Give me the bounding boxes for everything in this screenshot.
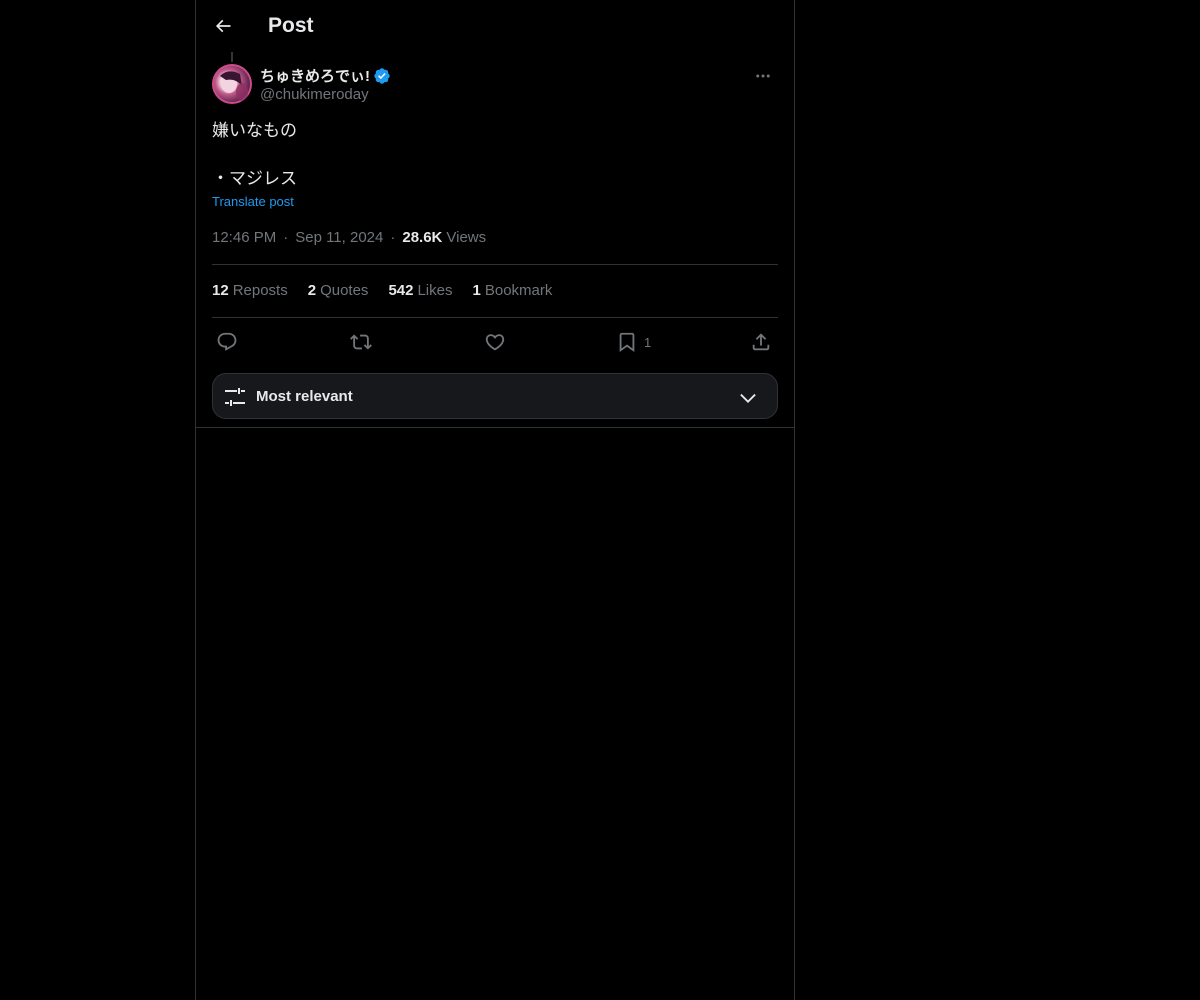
chevron-down-icon xyxy=(740,393,756,403)
post-meta: 12:46 PM · Sep 11, 2024 · 28.6K Views xyxy=(212,229,486,246)
stat-quotes[interactable]: 2 Quotes xyxy=(308,282,369,299)
share-button[interactable] xyxy=(750,328,772,356)
bookmark-count: 1 xyxy=(644,334,652,350)
views-count: 28.6K xyxy=(402,229,443,246)
views-label: Views xyxy=(446,229,487,246)
bookmark-icon xyxy=(619,332,635,353)
engagement-stats: 12 Reposts 2 Quotes 542 Likes 1 Bookmark xyxy=(212,282,552,299)
bookmark-button[interactable]: 1 xyxy=(616,328,651,356)
action-bar: 1 xyxy=(212,328,778,356)
divider xyxy=(212,264,778,265)
arrow-left-icon xyxy=(215,19,231,33)
filter-sliders-icon xyxy=(225,388,245,406)
more-horizontal-icon xyxy=(756,74,770,78)
repost-icon xyxy=(350,334,372,350)
post-time[interactable]: 12:46 PM xyxy=(212,229,276,246)
post-text: 嫌いなもの ・マジレス xyxy=(212,121,297,188)
back-button[interactable] xyxy=(206,9,240,43)
repost-button[interactable] xyxy=(350,328,372,356)
like-button[interactable] xyxy=(484,328,506,356)
author-handle[interactable]: @chukimeroday xyxy=(260,86,369,103)
verified-badge-icon[interactable] xyxy=(373,67,391,85)
reply-button[interactable] xyxy=(216,328,238,356)
avatar-image xyxy=(212,64,252,104)
translate-post-link[interactable]: Translate post xyxy=(212,194,294,209)
stat-likes[interactable]: 542 Likes xyxy=(388,282,452,299)
header: Post xyxy=(196,0,794,53)
divider xyxy=(212,317,778,318)
avatar[interactable] xyxy=(212,64,252,104)
share-icon xyxy=(752,333,770,351)
author-name[interactable]: ちゅきめろでぃ! xyxy=(260,65,391,86)
author-row: ちゅきめろでぃ! @chukimeroday xyxy=(212,64,778,108)
author-name-text: ちゅきめろでぃ! xyxy=(260,68,370,85)
separator-dot: · xyxy=(390,229,396,246)
stat-bookmarks[interactable]: 1 Bookmark xyxy=(473,282,553,299)
separator-dot: · xyxy=(283,229,289,246)
stat-reposts[interactable]: 12 Reposts xyxy=(212,282,288,299)
thread-connector-line xyxy=(231,52,233,62)
reply-icon xyxy=(217,332,237,351)
page-title: Post xyxy=(268,14,314,37)
reply-sort-dropdown[interactable]: Most relevant xyxy=(212,373,778,419)
main-column: Post ちゅきめろでぃ! @chukimeroday 嫌いなもの ・マジレス … xyxy=(195,0,795,1000)
post-date[interactable]: Sep 11, 2024 xyxy=(295,229,383,246)
sort-label: Most relevant xyxy=(256,388,353,405)
heart-icon xyxy=(485,334,505,351)
more-options-button[interactable] xyxy=(748,64,778,88)
section-divider xyxy=(196,427,794,428)
